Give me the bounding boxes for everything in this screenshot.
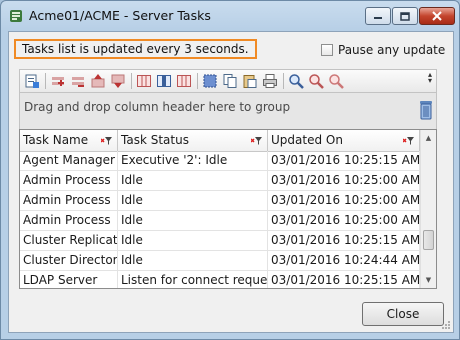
table-row[interactable]: Admin Process Idle 03/01/2016 10:25:00 A…	[20, 171, 420, 191]
table-row[interactable]: Cluster Directory Idle 03/01/2016 10:24:…	[20, 251, 420, 271]
server-tasks-icon	[10, 10, 22, 22]
dialog-body: Tasks list is updated every 3 seconds. P…	[8, 31, 454, 333]
grid-header-row: Task Name Task Status Updated On	[20, 130, 420, 152]
table-row[interactable]: Cluster Replicator Idle 03/01/2016 10:25…	[20, 231, 420, 251]
paste-icon[interactable]	[242, 73, 258, 89]
toolbar-separator	[283, 73, 284, 89]
close-icon	[432, 11, 442, 21]
clear-find-icon[interactable]	[328, 73, 344, 89]
resize-grip-icon[interactable]	[441, 320, 451, 330]
toolbar-separator	[131, 73, 132, 89]
title-bar[interactable]: Acme01/ACME - Server Tasks	[1, 1, 459, 31]
updated-on-cell: 03/01/2016 10:24:44 AM	[268, 251, 420, 270]
find-next-icon[interactable]	[308, 73, 324, 89]
group-by-hint: Drag and drop column header here to grou…	[24, 100, 291, 114]
column-header-label: Task Status	[121, 133, 189, 147]
close-button[interactable]: Close	[362, 302, 444, 326]
table-row[interactable]: Admin Process Idle 03/01/2016 10:25:00 A…	[20, 191, 420, 211]
group-by-panel[interactable]: Drag and drop column header here to grou…	[19, 93, 437, 129]
select-all-icon[interactable]	[202, 73, 218, 89]
updated-on-cell: 03/01/2016 10:25:15 AM	[268, 151, 420, 170]
column-header-task-status[interactable]: Task Status	[118, 130, 268, 151]
minimize-icon	[374, 17, 382, 19]
maximize-button[interactable]	[392, 7, 418, 25]
task-name-cell: Admin Process	[20, 191, 118, 210]
scrollbar-thumb[interactable]	[423, 230, 434, 250]
filter-icon[interactable]	[251, 135, 263, 146]
find-icon[interactable]	[288, 73, 304, 89]
toolbar-overflow-button[interactable]: ▴ ▾	[426, 71, 434, 90]
task-name-cell: LDAP Server	[20, 271, 118, 288]
maximize-icon	[400, 11, 410, 21]
column-header-updated-on[interactable]: Updated On	[268, 130, 420, 151]
task-status-cell: Idle	[118, 231, 268, 250]
server-tasks-window: Acme01/ACME - Server Tasks Tasks list is…	[0, 0, 460, 340]
copy-icon[interactable]	[222, 73, 238, 89]
export-icon[interactable]	[24, 73, 40, 89]
updated-on-cell: 03/01/2016 10:25:15 AM	[268, 271, 420, 288]
columns-right-icon[interactable]	[176, 73, 192, 89]
updated-on-cell: 03/01/2016 10:25:00 AM	[268, 211, 420, 230]
grid-toolbar: ▴ ▾	[19, 69, 437, 93]
tasks-grid: Task Name Task Status Updated On Agent M…	[19, 129, 437, 289]
split-view-icon[interactable]	[156, 73, 172, 89]
task-name-cell: Cluster Replicator	[20, 231, 118, 250]
update-status-text: Tasks list is updated every 3 seconds.	[22, 42, 249, 56]
grid-vertical-scrollbar[interactable]: ▲ ▼	[420, 130, 436, 288]
updated-on-cell: 03/01/2016 10:25:00 AM	[268, 171, 420, 190]
task-status-cell: Idle	[118, 211, 268, 230]
column-header-label: Updated On	[271, 133, 343, 147]
move-up-icon[interactable]	[90, 73, 106, 89]
scroll-up-icon[interactable]: ▲	[421, 130, 436, 146]
table-row[interactable]: Admin Process Idle 03/01/2016 10:25:00 A…	[20, 211, 420, 231]
remove-icon[interactable]	[70, 73, 86, 89]
toolbar-separator	[45, 73, 46, 89]
task-status-cell: Idle	[118, 191, 268, 210]
column-header-task-name[interactable]: Task Name	[20, 130, 118, 151]
add-icon[interactable]	[50, 73, 66, 89]
task-name-cell: Agent Manager	[20, 151, 118, 170]
task-name-cell: Cluster Directory	[20, 251, 118, 270]
updated-on-cell: 03/01/2016 10:25:00 AM	[268, 191, 420, 210]
update-status-message: Tasks list is updated every 3 seconds.	[14, 39, 257, 59]
task-status-cell: Idle	[118, 171, 268, 190]
updated-on-cell: 03/01/2016 10:25:15 AM	[268, 231, 420, 250]
move-down-icon[interactable]	[110, 73, 126, 89]
pause-updates-toggle[interactable]: Pause any update	[321, 43, 445, 57]
table-row[interactable]: LDAP Server Listen for connect reques...…	[20, 271, 420, 288]
filter-icon[interactable]	[403, 135, 415, 146]
filter-icon[interactable]	[101, 135, 113, 146]
pause-updates-checkbox[interactable]	[321, 44, 333, 56]
window-close-button[interactable]	[419, 7, 455, 25]
task-name-cell: Admin Process	[20, 211, 118, 230]
table-row[interactable]: Agent Manager Executive '2': Idle 03/01/…	[20, 151, 420, 171]
print-icon[interactable]	[262, 73, 278, 89]
toolbar-separator	[197, 73, 198, 89]
window-title: Acme01/ACME - Server Tasks	[29, 8, 211, 23]
task-name-cell: Admin Process	[20, 171, 118, 190]
minimize-button[interactable]	[365, 7, 391, 25]
columns-icon[interactable]	[136, 73, 152, 89]
delete-icon[interactable]	[418, 99, 434, 121]
task-status-cell: Executive '2': Idle	[118, 151, 268, 170]
column-header-label: Task Name	[23, 133, 89, 147]
pause-updates-label: Pause any update	[338, 43, 446, 57]
scroll-down-icon[interactable]: ▼	[421, 272, 436, 288]
task-status-cell: Idle	[118, 251, 268, 270]
task-status-cell: Listen for connect reques...	[118, 271, 268, 288]
